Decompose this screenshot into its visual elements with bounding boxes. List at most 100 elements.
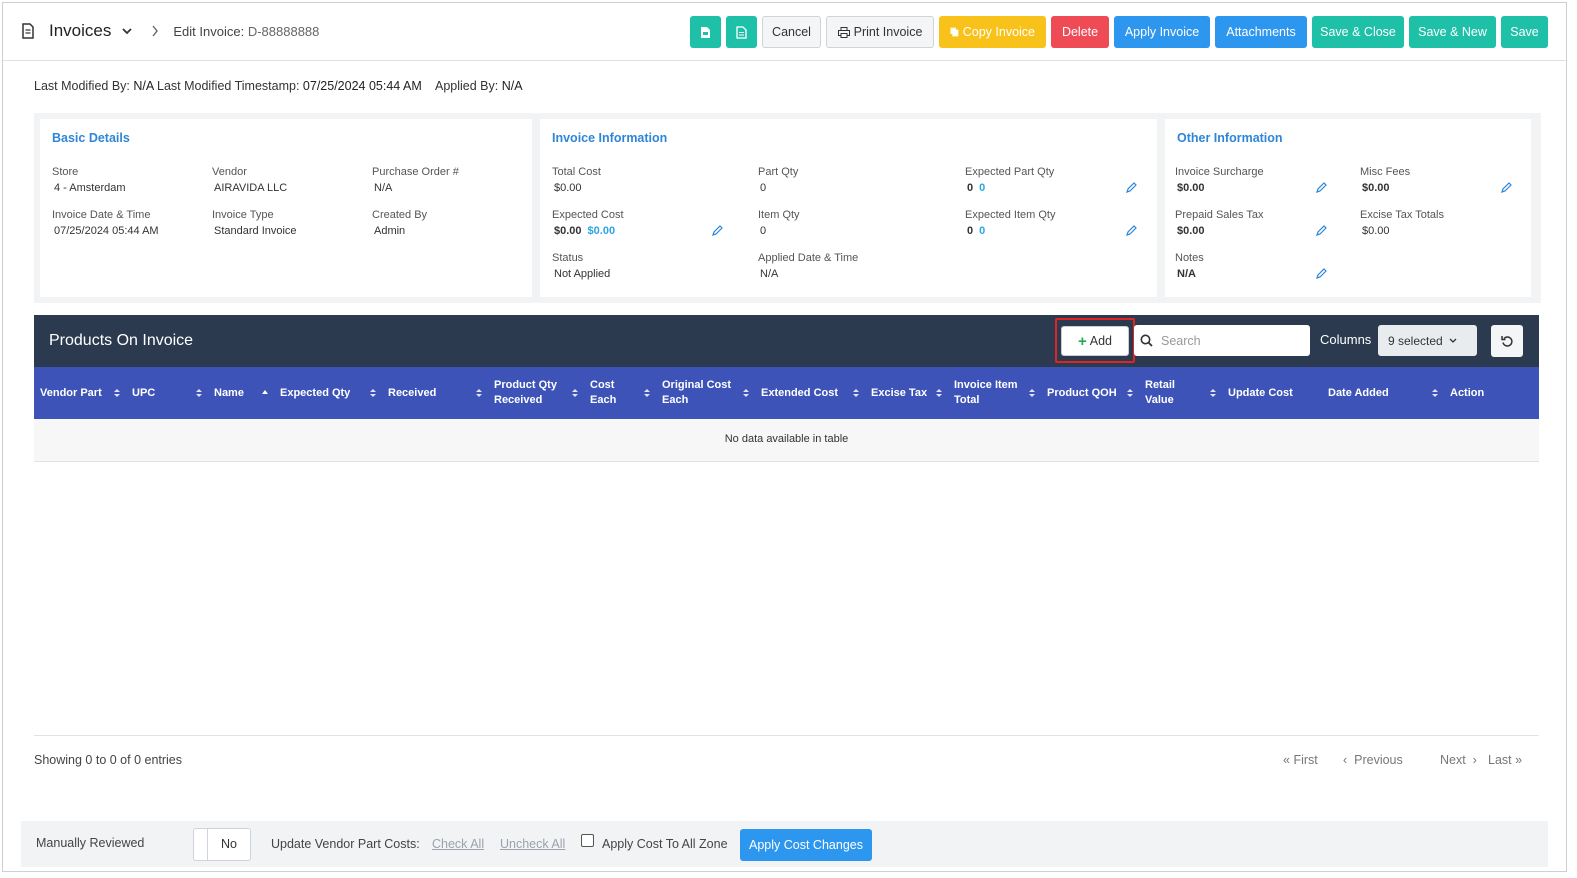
save-button[interactable]: Save bbox=[1501, 16, 1548, 48]
sort-icon bbox=[853, 389, 859, 397]
pencil-icon[interactable] bbox=[712, 225, 723, 236]
column-header-extended-cost[interactable]: Extended Cost bbox=[755, 367, 865, 419]
status-field: Status Not Applied bbox=[552, 252, 610, 280]
basic-details-card: Basic Details Store 4 - Amsterdam Vendor… bbox=[40, 119, 532, 297]
info-cards: Basic Details Store 4 - Amsterdam Vendor… bbox=[34, 113, 1541, 303]
column-header-vendor-part[interactable]: Vendor Part bbox=[34, 367, 126, 419]
apply-zone-checkbox[interactable] bbox=[581, 834, 594, 847]
column-header-upc[interactable]: UPC bbox=[126, 367, 208, 419]
column-header-received[interactable]: Received bbox=[382, 367, 488, 419]
column-header-date-added[interactable]: Date Added bbox=[1322, 367, 1444, 419]
total-cost-label: Total Cost bbox=[552, 166, 601, 178]
column-header-expected-qty[interactable]: Expected Qty bbox=[274, 367, 382, 419]
toolbar: Cancel Print Invoice Copy Invoice Delete… bbox=[690, 16, 1548, 48]
copy-invoice-button[interactable]: Copy Invoice bbox=[939, 16, 1046, 48]
save-new-button[interactable]: Save & New bbox=[1409, 16, 1496, 48]
expected-item-qty-field: Expected Item Qty 00 bbox=[965, 209, 1055, 237]
sort-icon bbox=[572, 389, 578, 397]
pager-last[interactable]: Last » bbox=[1488, 753, 1522, 767]
pencil-icon[interactable] bbox=[1501, 182, 1512, 193]
column-header-action[interactable]: Action bbox=[1444, 367, 1539, 419]
print-invoice-button[interactable]: Print Invoice bbox=[826, 16, 934, 48]
audit-line: Last Modified By: N/A Last Modified Time… bbox=[34, 79, 523, 93]
column-header-label: Action bbox=[1450, 386, 1485, 399]
column-header-cost-each[interactable]: Cost Each bbox=[584, 367, 656, 419]
column-header-product-qoh[interactable]: Product QOH bbox=[1041, 367, 1139, 419]
excise-tax-totals-field: Excise Tax Totals $0.00 bbox=[1360, 209, 1444, 237]
pager-next[interactable]: Next › bbox=[1440, 753, 1477, 767]
column-header-retail-value[interactable]: Retail Value bbox=[1139, 367, 1222, 419]
pencil-icon[interactable] bbox=[1126, 182, 1137, 193]
column-header-label: Extended Cost bbox=[761, 386, 839, 399]
column-header-excise-tax[interactable]: Excise Tax bbox=[865, 367, 948, 419]
misc-fees-value: $0.00 bbox=[1362, 182, 1390, 194]
export-file-button[interactable] bbox=[690, 16, 721, 48]
uncheck-all-link[interactable]: Uncheck All bbox=[500, 837, 565, 851]
cancel-button[interactable]: Cancel bbox=[762, 16, 821, 48]
check-all-link[interactable]: Check All bbox=[432, 837, 484, 851]
apply-cost-changes-button[interactable]: Apply Cost Changes bbox=[740, 829, 872, 861]
plus-icon: + bbox=[1077, 332, 1087, 350]
prepaid-sales-tax-field: Prepaid Sales Tax $0.00 bbox=[1175, 209, 1263, 237]
apply-invoice-button[interactable]: Apply Invoice bbox=[1114, 16, 1210, 48]
top-bar: Invoices Edit Invoice: D-88888888 Cancel bbox=[3, 3, 1566, 61]
columns-select[interactable]: 9 selected bbox=[1378, 325, 1477, 356]
created-by-label: Created By bbox=[372, 209, 428, 221]
pencil-icon[interactable] bbox=[1126, 225, 1137, 236]
attachments-button[interactable]: Attachments bbox=[1215, 16, 1307, 48]
column-header-label: Product QOH bbox=[1047, 386, 1117, 399]
add-product-button[interactable]: + Add bbox=[1061, 326, 1129, 356]
double-chevron-left-icon: « bbox=[1283, 753, 1290, 767]
column-header-name[interactable]: Name bbox=[208, 367, 274, 419]
pager-previous[interactable]: ‹ Previous bbox=[1343, 753, 1403, 767]
add-label: Add bbox=[1089, 334, 1112, 348]
notes-value: N/A bbox=[1177, 268, 1196, 280]
column-header-product-qty-received[interactable]: Product Qty Received bbox=[488, 367, 584, 419]
excise-tax-totals-value: $0.00 bbox=[1362, 225, 1390, 237]
column-header-label: Invoice Item Total bbox=[954, 379, 1018, 406]
expected-cost: $0.00 bbox=[554, 225, 582, 237]
review-bar: Manually Reviewed No Update Vendor Part … bbox=[21, 821, 1548, 867]
expected-cost-field: Expected Cost $0.00 $0.00 bbox=[552, 209, 624, 237]
pager-first[interactable]: « First bbox=[1283, 753, 1318, 767]
expected-item-qty-alt: 0 bbox=[979, 225, 986, 237]
reset-icon bbox=[1500, 335, 1513, 347]
pencil-icon[interactable] bbox=[1316, 225, 1327, 236]
search-input[interactable] bbox=[1159, 332, 1299, 349]
other-information-card: Other Information Invoice Surcharge $0.0… bbox=[1165, 119, 1531, 297]
prepaid-sales-tax-value: $0.00 bbox=[1177, 225, 1205, 237]
invoice-information-card: Invoice Information Total Cost $0.00 Par… bbox=[540, 119, 1157, 297]
save-close-button[interactable]: Save & Close bbox=[1312, 16, 1404, 48]
pager-first-label: First bbox=[1293, 753, 1318, 767]
column-header-invoice-item-total[interactable]: Invoice Item Total bbox=[948, 367, 1041, 419]
reset-columns-button[interactable] bbox=[1491, 325, 1523, 357]
expected-part-qty-value: 00 bbox=[965, 182, 1054, 194]
item-qty-field: Item Qty 0 bbox=[758, 209, 800, 237]
pencil-icon[interactable] bbox=[1316, 182, 1327, 193]
empty-table-message: No data available in table bbox=[34, 419, 1539, 462]
apply-zone-label: Apply Cost To All Zone bbox=[602, 837, 728, 851]
breadcrumb-label: Edit Invoice: bbox=[173, 23, 245, 39]
misc-fees-field: Misc Fees $0.00 bbox=[1360, 166, 1410, 194]
export-document-button[interactable] bbox=[726, 16, 757, 48]
double-chevron-right-icon: » bbox=[1515, 753, 1523, 767]
sort-icon bbox=[114, 389, 120, 397]
item-qty-label: Item Qty bbox=[758, 209, 800, 221]
applied-date-value: N/A bbox=[760, 268, 779, 280]
last-modified-by: N/A bbox=[133, 79, 154, 93]
vendor-field: Vendor AIRAVIDA LLC bbox=[212, 166, 287, 194]
pencil-icon[interactable] bbox=[1316, 268, 1327, 279]
po-field: Purchase Order # N/A bbox=[372, 166, 459, 194]
breadcrumb: Invoices Edit Invoice: D-88888888 bbox=[21, 21, 319, 41]
manually-reviewed-label: Manually Reviewed bbox=[36, 836, 145, 850]
column-header-update-cost[interactable]: Update Cost bbox=[1222, 367, 1322, 419]
manually-reviewed-value: No bbox=[221, 837, 237, 851]
chevron-down-icon[interactable] bbox=[121, 25, 133, 37]
manually-reviewed-toggle[interactable]: No bbox=[193, 828, 251, 861]
module-title[interactable]: Invoices bbox=[49, 21, 111, 41]
vendor-value: AIRAVIDA LLC bbox=[214, 182, 288, 194]
delete-button[interactable]: Delete bbox=[1051, 16, 1109, 48]
invoice-surcharge-value: $0.00 bbox=[1177, 182, 1205, 194]
column-header-original-cost-each[interactable]: Original Cost Each bbox=[656, 367, 755, 419]
part-qty-label: Part Qty bbox=[758, 166, 799, 178]
